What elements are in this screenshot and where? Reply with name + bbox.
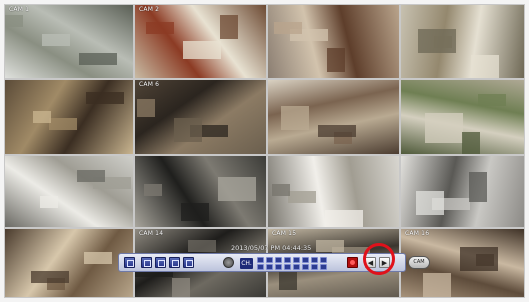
channel-button[interactable] xyxy=(311,257,318,263)
camera-tile[interactable] xyxy=(400,155,525,228)
cam-toggle-button[interactable]: CAM xyxy=(408,256,430,269)
camera-label: CAM 6 xyxy=(139,81,160,88)
scene-detail xyxy=(327,48,345,72)
nine-view-icon xyxy=(158,260,165,267)
scene-detail xyxy=(416,191,444,215)
channel-button[interactable] xyxy=(302,264,309,270)
scene-detail xyxy=(49,118,77,130)
scene-detail xyxy=(469,172,487,202)
layout-16-button[interactable] xyxy=(169,257,180,268)
scene-detail xyxy=(5,15,23,27)
channel-button[interactable] xyxy=(266,257,273,263)
channel-label: CH. xyxy=(240,258,253,269)
scene-detail xyxy=(462,132,480,154)
scene-detail xyxy=(318,125,356,137)
scene-detail xyxy=(218,177,256,201)
channel-button[interactable] xyxy=(284,264,291,270)
channel-button[interactable] xyxy=(320,257,327,263)
camera-label: CAM 14 xyxy=(139,230,164,237)
scene-detail xyxy=(478,94,506,106)
scene-detail xyxy=(172,278,190,297)
camera-tile[interactable] xyxy=(134,155,267,228)
scene-detail xyxy=(460,247,498,271)
channel-button[interactable] xyxy=(302,257,309,263)
scene-detail xyxy=(220,15,238,39)
camera-tile[interactable]: CAM 2 xyxy=(134,4,267,79)
camera-label: CAM 15 xyxy=(272,230,297,237)
layout-1-button[interactable] xyxy=(124,257,135,268)
camera-feed xyxy=(135,80,266,154)
scene-detail xyxy=(316,240,344,252)
scene-detail xyxy=(40,196,58,208)
single-view-icon xyxy=(127,260,134,267)
channel-button[interactable] xyxy=(275,257,282,263)
layout-9-button[interactable] xyxy=(155,257,166,268)
camera-tile[interactable]: CAM 1 xyxy=(4,4,134,79)
timestamp: 2013/05/07 PM 04:44:35 xyxy=(231,244,312,252)
scene-detail xyxy=(84,252,112,264)
scene-detail xyxy=(174,118,202,142)
scene-detail xyxy=(181,203,209,221)
channel-button[interactable] xyxy=(266,264,273,270)
camera-tile[interactable] xyxy=(267,4,400,79)
camera-tile[interactable] xyxy=(400,4,525,79)
camera-label: CAM 1 xyxy=(9,6,30,13)
channel-button[interactable] xyxy=(311,264,318,270)
scene-detail xyxy=(325,210,363,227)
scene-detail xyxy=(274,22,302,34)
camera-label: CAM 16 xyxy=(405,230,430,237)
scene-detail xyxy=(423,273,451,297)
highlight-circle xyxy=(363,243,395,275)
channel-button[interactable] xyxy=(284,257,291,263)
channel-button[interactable] xyxy=(257,257,264,263)
scene-detail xyxy=(272,184,290,196)
scene-detail xyxy=(183,41,221,59)
scene-detail xyxy=(418,29,456,53)
quad-view-icon xyxy=(144,260,151,267)
camera-tile[interactable]: CAM 6 xyxy=(134,79,267,155)
camera-tile[interactable] xyxy=(4,155,134,228)
scene-detail xyxy=(42,34,70,46)
camera-tile[interactable] xyxy=(400,79,525,155)
sequence-button[interactable] xyxy=(183,257,194,268)
channel-button[interactable] xyxy=(293,264,300,270)
scene-detail xyxy=(33,111,51,123)
scene-detail xyxy=(425,113,463,143)
channel-button[interactable] xyxy=(293,257,300,263)
channel-button[interactable] xyxy=(320,264,327,270)
layout-4-button[interactable] xyxy=(141,257,152,268)
camera-tile[interactable] xyxy=(267,155,400,228)
camera-tile[interactable] xyxy=(267,79,400,155)
scene-detail xyxy=(471,55,499,78)
camera-label: CAM 2 xyxy=(139,6,160,13)
scene-detail xyxy=(31,271,69,283)
sequence-icon xyxy=(186,260,193,267)
sixteen-view-icon xyxy=(172,260,179,267)
scene-detail xyxy=(146,22,174,34)
scene-detail xyxy=(281,106,309,130)
channel-button[interactable] xyxy=(275,264,282,270)
scene-detail xyxy=(188,240,216,252)
scene-detail xyxy=(288,191,316,203)
scene-detail xyxy=(137,99,155,117)
camera-tile[interactable] xyxy=(4,79,134,155)
record-button[interactable] xyxy=(347,257,358,268)
scene-detail xyxy=(86,92,124,104)
gear-icon[interactable] xyxy=(223,257,234,268)
scene-detail xyxy=(79,53,117,65)
scene-detail xyxy=(77,170,105,182)
camera-feed xyxy=(5,229,133,297)
channel-button[interactable] xyxy=(257,264,264,270)
camera-feed xyxy=(5,156,133,227)
scene-detail xyxy=(144,184,162,196)
camera-tile[interactable] xyxy=(4,228,134,298)
